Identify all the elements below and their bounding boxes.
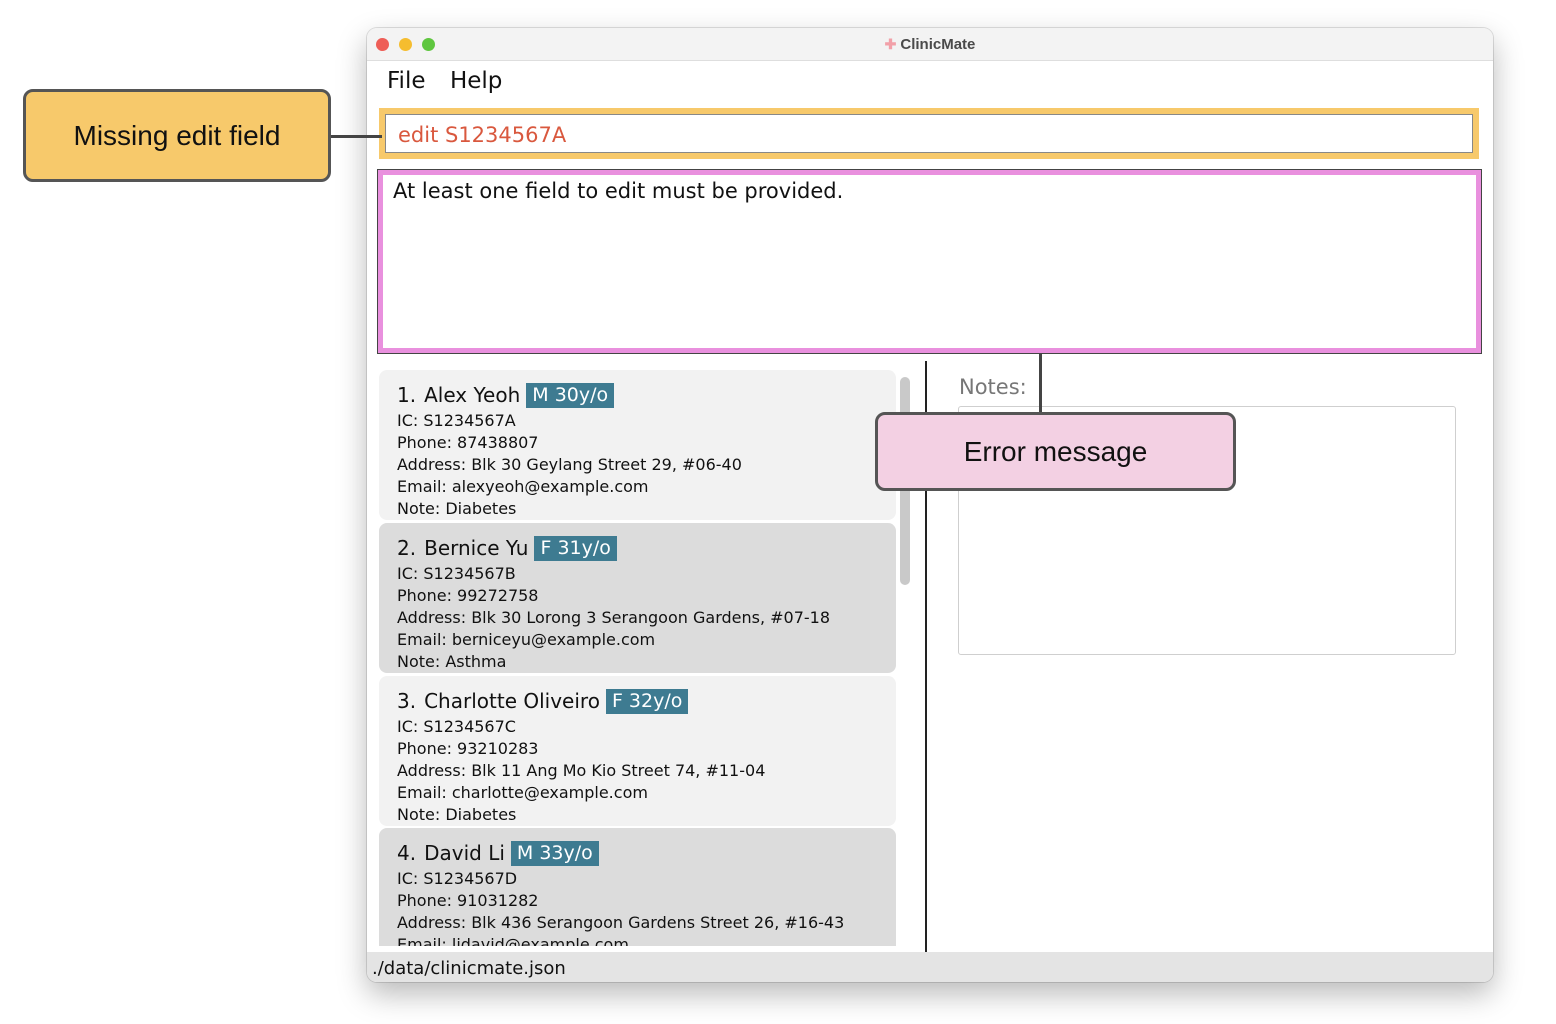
plus-icon: ✚ [884,36,897,52]
patient-note: Note: Asthma [397,652,507,671]
notes-label: Notes: [959,375,1027,399]
patient-name: Charlotte Oliveiro [424,689,600,713]
menu-bar: File Help [387,68,522,98]
result-display: At least one field to edit must be provi… [377,169,1482,354]
patient-card[interactable]: 3. Charlotte Oliveiro F 32y/o IC: S12345… [379,676,896,826]
patient-address: Address: Blk 30 Geylang Street 29, #06-4… [397,455,742,474]
patient-tag: F 32y/o [605,688,689,714]
patient-index: 3. [397,689,417,713]
patient-header: 2. Bernice Yu F 31y/o [397,533,896,563]
patient-ic: IC: S1234567A [397,411,516,430]
patient-ic: IC: S1234567C [397,717,516,736]
patient-tag: F 31y/o [534,535,617,561]
missing-edit-field-callout-text: Missing edit field [73,119,281,151]
command-input[interactable]: edit S1234567A [385,114,1473,153]
command-box: edit S1234567A [379,108,1479,159]
patient-ic: IC: S1234567B [397,564,516,583]
patient-phone: Phone: 93210283 [397,739,539,758]
missing-edit-field-callout: Missing edit field [23,89,331,182]
missing-field-connector [331,135,382,138]
patient-address: Address: Blk 30 Lorong 3 Serangoon Garde… [397,608,831,627]
patient-index: 4. [397,841,417,865]
clinicmate-window: ✚ ClinicMate File Help edit S1234567A At … [367,28,1493,982]
patient-address: Address: Blk 11 Ang Mo Kio Street 74, #1… [397,761,766,780]
patient-tag: M 30y/o [526,382,615,408]
patient-index: 2. [397,536,417,560]
patient-list[interactable]: 1. Alex Yeoh M 30y/o IC: S1234567A Phone… [379,370,897,946]
patient-note: Note: Diabetes [397,499,517,518]
patient-card[interactable]: 4. David Li M 33y/o IC: S1234567D Phone:… [379,828,896,946]
patient-ic: IC: S1234567D [397,869,518,888]
patient-phone: Phone: 91031282 [397,891,539,910]
patient-tag: M 33y/o [510,840,599,866]
patient-name: Alex Yeoh [424,383,521,407]
window-title: ✚ ClinicMate [367,36,1493,53]
patient-email: Email: lidavid@example.com [397,935,629,946]
patient-email: Email: charlotte@example.com [397,783,648,802]
title-bar: ✚ ClinicMate [367,28,1493,61]
patient-email: Email: alexyeoh@example.com [397,477,649,496]
patient-index: 1. [397,383,417,407]
patient-header: 1. Alex Yeoh M 30y/o [397,380,896,410]
menu-file[interactable]: File [387,68,426,94]
patient-header: 4. David Li M 33y/o [397,838,896,868]
patient-name: Bernice Yu [424,536,529,560]
error-message-callout-text: Error message [963,435,1148,467]
patient-note: Note: Diabetes [397,805,517,824]
result-message: At least one field to edit must be provi… [393,179,844,203]
data-file-path: ./data/clinicmate.json [372,958,566,979]
window-title-text: ClinicMate [900,36,976,53]
status-bar: ./data/clinicmate.json [367,952,1493,982]
patient-phone: Phone: 87438807 [397,433,539,452]
patient-card[interactable]: 2. Bernice Yu F 31y/o IC: S1234567B Phon… [379,523,896,673]
patient-card[interactable]: 1. Alex Yeoh M 30y/o IC: S1234567A Phone… [379,370,896,520]
patient-email: Email: berniceyu@example.com [397,630,656,649]
error-message-callout: Error message [875,412,1236,491]
error-message-connector [1039,353,1042,412]
patient-phone: Phone: 99272758 [397,586,539,605]
menu-help[interactable]: Help [450,68,502,94]
patient-header: 3. Charlotte Oliveiro F 32y/o [397,686,896,716]
patient-address: Address: Blk 436 Serangoon Gardens Stree… [397,913,845,932]
patient-name: David Li [424,841,505,865]
